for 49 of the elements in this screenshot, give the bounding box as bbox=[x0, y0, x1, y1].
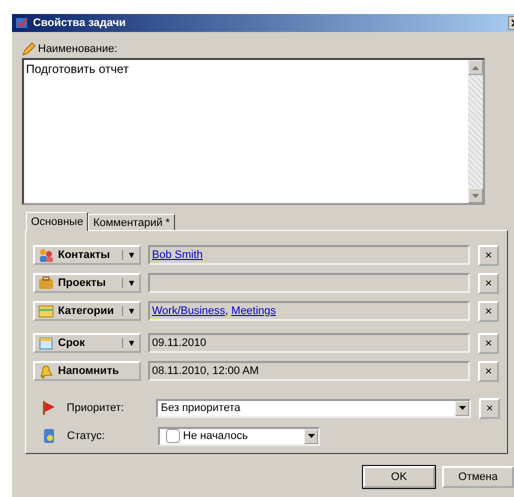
value-field[interactable]: 09.11.2010 bbox=[148, 333, 470, 353]
value-text: 09.11.2010 bbox=[152, 337, 206, 349]
flag-icon bbox=[41, 400, 57, 416]
link[interactable]: Bob Smith bbox=[152, 249, 203, 261]
status-icon bbox=[41, 428, 57, 444]
status-dropdown[interactable]: Не началось bbox=[158, 426, 320, 446]
status-label: Статус: bbox=[67, 430, 106, 442]
people-icon bbox=[38, 247, 54, 263]
scrollbar[interactable] bbox=[468, 60, 483, 203]
dropdown-arrow-icon bbox=[458, 406, 466, 410]
clear-button[interactable]: × bbox=[478, 300, 499, 322]
scroll-up-icon bbox=[472, 66, 479, 70]
checkbox[interactable] bbox=[166, 429, 180, 443]
dropdown-arrow-icon bbox=[308, 434, 314, 438]
pencil-icon bbox=[22, 42, 36, 56]
dropdown-button[interactable]: Срок ▼ bbox=[33, 333, 141, 353]
bell-icon bbox=[38, 363, 54, 379]
briefcase-icon bbox=[38, 275, 54, 291]
link[interactable]: Work/Business bbox=[152, 305, 226, 317]
clear-button[interactable]: × bbox=[478, 272, 499, 294]
window-title: Свойства задачи bbox=[33, 17, 127, 29]
clear-button[interactable]: × bbox=[478, 360, 499, 382]
cancel-button[interactable]: Отмена bbox=[442, 466, 514, 488]
tab[interactable]: Основные bbox=[26, 212, 88, 231]
dropdown-button[interactable]: Проекты ▼ bbox=[33, 273, 141, 293]
priority-dropdown[interactable]: Без приоритета bbox=[156, 398, 472, 418]
name-label: Наименование: bbox=[38, 43, 118, 55]
value-field[interactable]: 08.11.2010, 12:00 AM bbox=[148, 361, 470, 381]
clear-button[interactable]: × bbox=[479, 398, 500, 418]
name-text-area[interactable]: Подготовить отчет bbox=[22, 58, 485, 205]
value-text: 08.11.2010, 12:00 AM bbox=[152, 365, 259, 377]
value-field[interactable] bbox=[148, 273, 470, 293]
scroll-down-icon bbox=[472, 194, 479, 198]
dropdown-button[interactable]: Контакты ▼ bbox=[33, 245, 141, 265]
value-field[interactable]: Bob Smith bbox=[148, 245, 470, 265]
clear-button[interactable]: × bbox=[478, 244, 499, 266]
clear-button[interactable]: × bbox=[478, 332, 499, 354]
name-value: Подготовить отчет bbox=[25, 61, 130, 78]
dropdown-button[interactable]: Категории ▼ bbox=[33, 301, 141, 321]
tab[interactable]: Комментарий * bbox=[88, 214, 175, 230]
folder-icon bbox=[38, 303, 54, 319]
button[interactable]: Напомнить bbox=[33, 361, 141, 381]
task-icon bbox=[15, 16, 29, 30]
value-text: , bbox=[225, 305, 230, 317]
ok-button[interactable]: OK bbox=[363, 466, 435, 488]
priority-label: Приоритет: bbox=[66, 402, 125, 414]
value-field[interactable]: Work/Business, Meetings bbox=[148, 301, 470, 321]
calendar-icon bbox=[38, 335, 54, 351]
link[interactable]: Meetings bbox=[231, 305, 276, 317]
